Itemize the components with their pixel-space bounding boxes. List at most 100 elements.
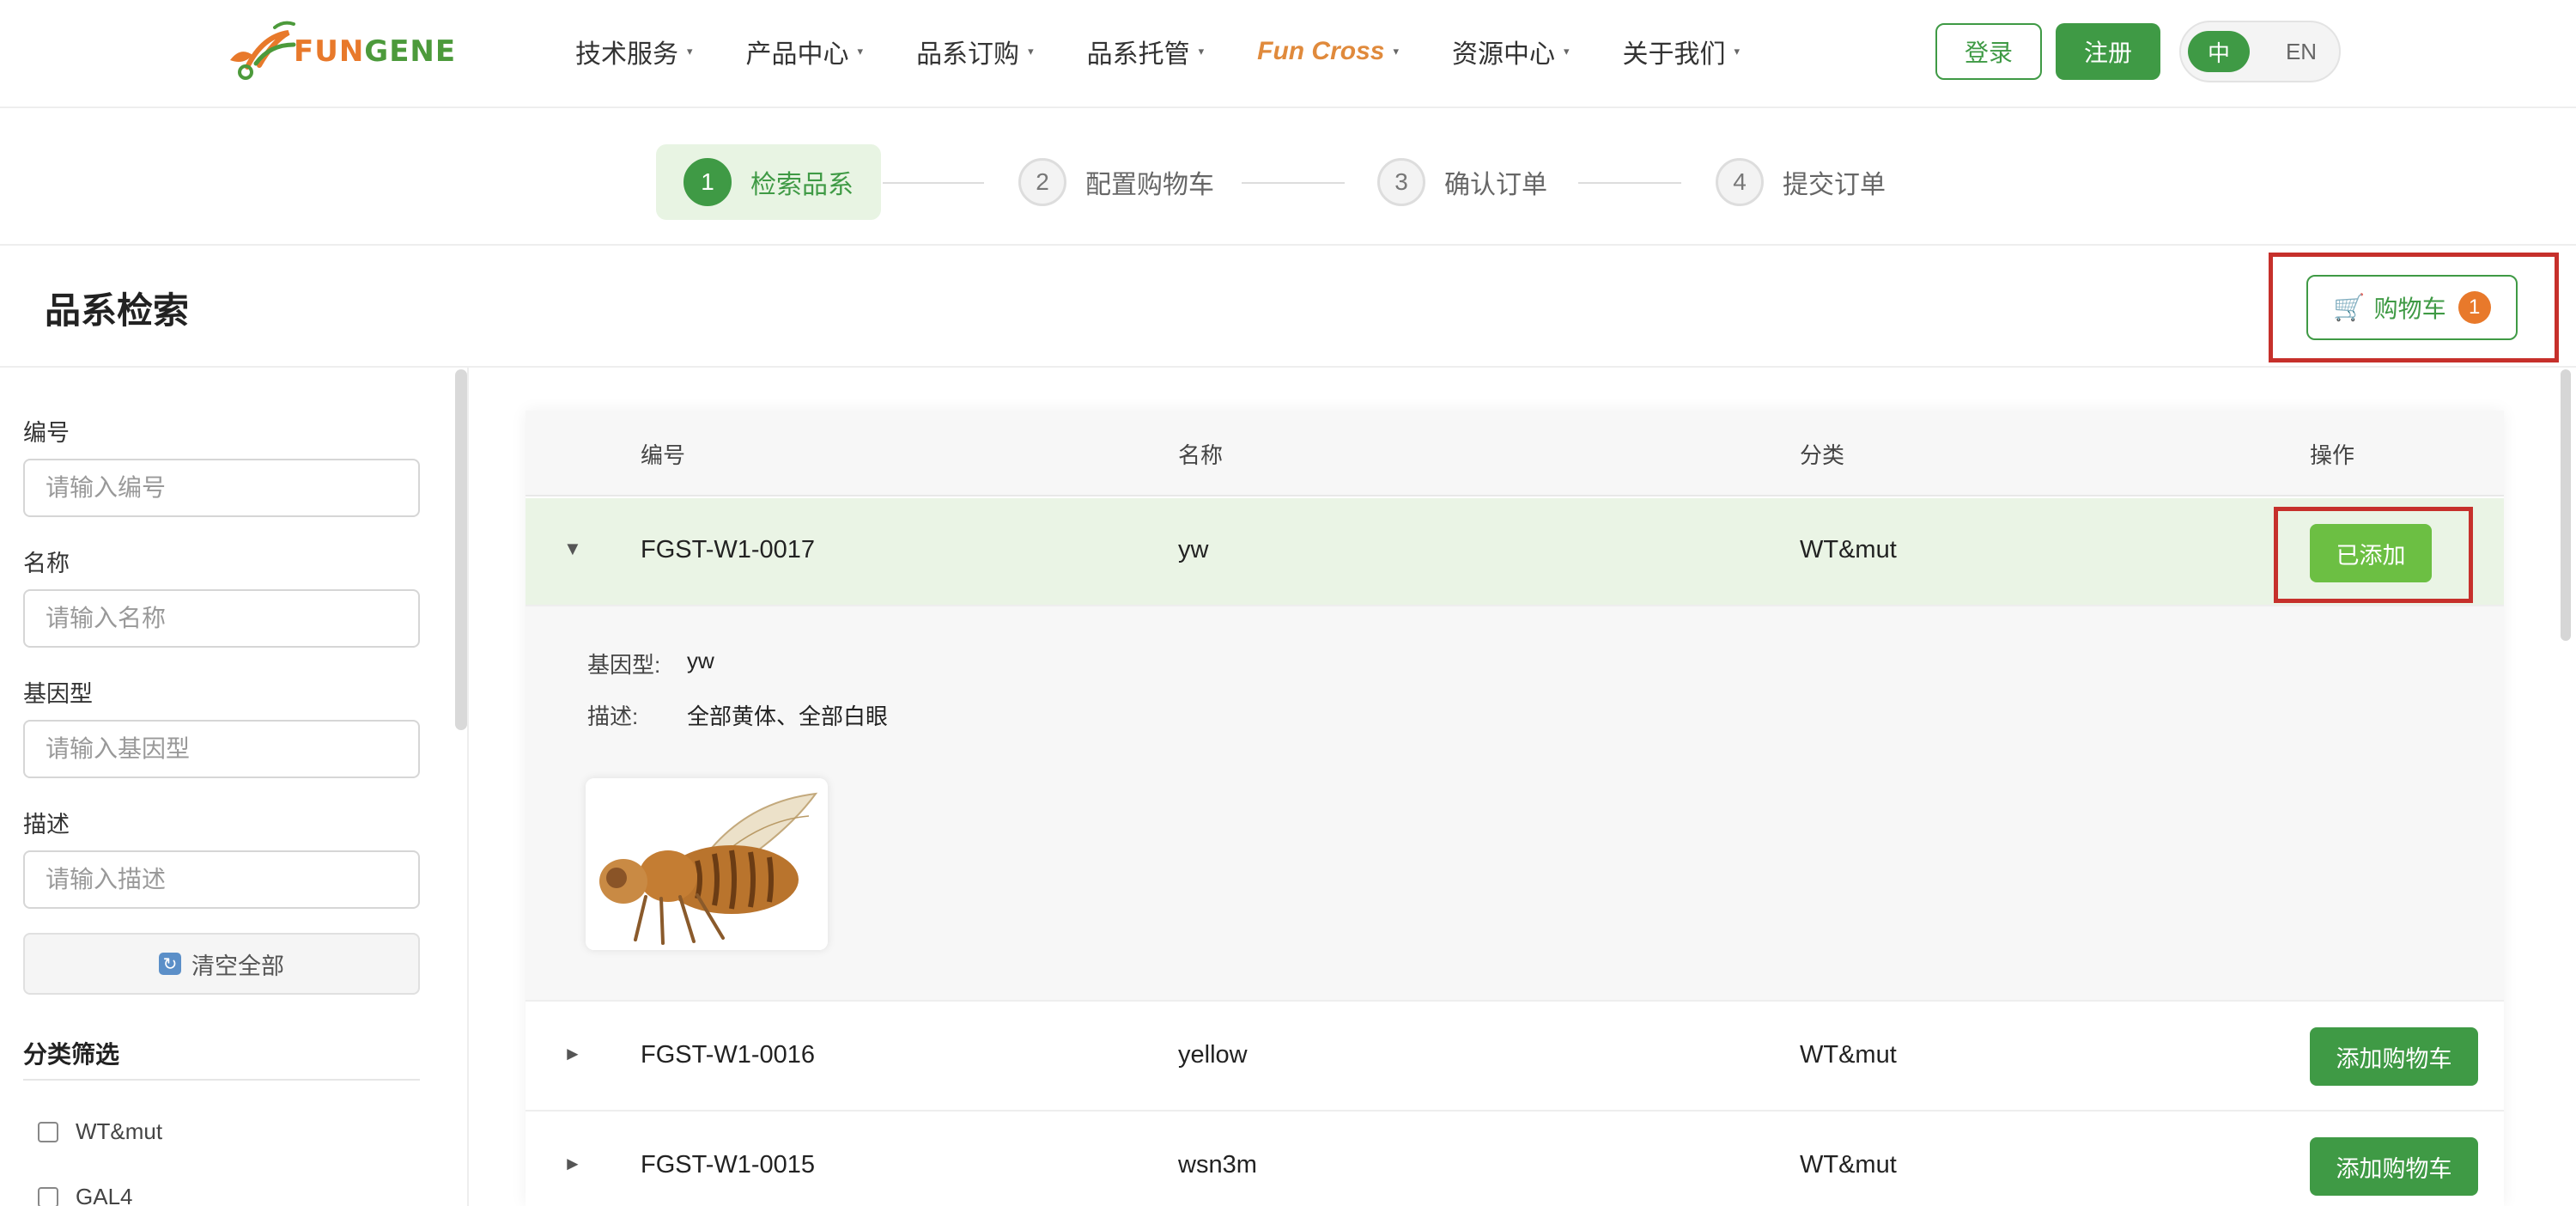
step-number: 3 (1377, 158, 1425, 206)
main-scrollbar[interactable] (2561, 369, 2571, 641)
strain-detail-panel: 基因型: yw 描述: 全部黄体、全部白眼 (526, 606, 2504, 1002)
step-label: 确认订单 (1444, 171, 1547, 199)
expand-arrow-icon[interactable]: ► (563, 1153, 582, 1175)
caret-down-icon: ▾ (687, 45, 693, 58)
strain-id: FGST-W1-0016 (641, 1041, 816, 1069)
description-filter-label: 描述 (23, 812, 70, 838)
strain-results-table: 编号 名称 分类 操作 ▼ FGST-W1-0017 yw WT&mut 已添加… (526, 411, 2504, 1206)
genotype-value: yw (687, 648, 714, 673)
step-label: 检索品系 (750, 171, 854, 199)
id-filter-input[interactable] (23, 459, 420, 517)
genotype-label: 基因型: (587, 652, 661, 678)
step-number: 1 (683, 158, 732, 206)
fruit-fly-image[interactable] (586, 778, 828, 950)
nav-item-fun-cross[interactable]: Fun Cross ▾ (1257, 37, 1399, 66)
strain-category: WT&mut (1800, 536, 1897, 563)
register-button[interactable]: 注册 (2056, 23, 2160, 80)
id-filter-label: 编号 (23, 420, 70, 446)
step-connector (1242, 182, 1345, 184)
add-to-cart-button[interactable]: 添加购物车 (2310, 1027, 2478, 1086)
category-filter-title: 分类筛选 (23, 1041, 120, 1068)
category-option-wt-mut[interactable]: WT&mut (38, 1118, 162, 1145)
name-filter-label: 名称 (23, 551, 70, 576)
cart-count-badge: 1 (2458, 291, 2491, 324)
column-header-name: 名称 (1178, 442, 1224, 468)
table-row[interactable]: ▼ FGST-W1-0017 yw WT&mut 已添加 (526, 498, 2504, 606)
nav-label: Fun Cross (1257, 37, 1385, 65)
nav-label: 产品中心 (745, 40, 849, 69)
strain-category: WT&mut (1800, 1151, 1897, 1179)
caret-down-icon: ▾ (1028, 45, 1034, 58)
caret-down-icon: ▾ (1734, 45, 1741, 58)
column-header-action: 操作 (2310, 442, 2355, 468)
step-connector (1578, 182, 1681, 184)
refresh-icon: ↻ (159, 953, 181, 975)
step-label: 配置购物车 (1085, 171, 1214, 199)
added-button[interactable]: 已添加 (2310, 524, 2432, 582)
cart-label: 购物车 (2373, 295, 2446, 322)
step-search-strain: 1 检索品系 (656, 144, 881, 220)
table-row[interactable]: ► FGST-W1-0016 yellow WT&mut 添加购物车 (526, 1003, 2504, 1112)
description-filter-input[interactable] (23, 850, 420, 909)
genotype-filter-label: 基因型 (23, 681, 93, 707)
caret-down-icon: ▾ (1393, 45, 1400, 58)
fungene-logo[interactable]: FUNGENE (222, 15, 459, 88)
description-label: 描述: (587, 704, 639, 729)
add-to-cart-button[interactable]: 添加购物车 (2310, 1137, 2478, 1196)
nav-label: 技术服务 (575, 40, 678, 69)
nav-label: 资源中心 (1452, 40, 1556, 69)
category-label: GAL4 (76, 1184, 133, 1206)
nav-item-strain-hosting[interactable]: 品系托管 ▾ (1087, 33, 1205, 70)
logo-wordmark-fun: FUN (294, 34, 365, 69)
logo-wordmark: FUNGENE (294, 34, 456, 69)
step-submit-order: 4 提交订单 (1716, 144, 1886, 220)
order-steps: 1 检索品系 2 配置购物车 3 确认订单 4 提交订单 (0, 110, 2576, 246)
table-row[interactable]: ► FGST-W1-0015 wsn3m WT&mut 添加购物车 (526, 1113, 2504, 1206)
divider (23, 1079, 420, 1081)
column-header-id: 编号 (641, 442, 686, 468)
nav-label: 关于我们 (1622, 40, 1726, 69)
nav-item-products[interactable]: 产品中心 ▾ (746, 33, 864, 70)
caret-down-icon: ▾ (1198, 45, 1205, 58)
nav-label: 品系订购 (916, 40, 1020, 69)
nav-item-resources[interactable]: 资源中心 ▾ (1452, 33, 1570, 70)
nav-label: 品系托管 (1086, 40, 1190, 69)
lang-option-en[interactable]: EN (2275, 31, 2327, 72)
caret-down-icon: ▾ (857, 45, 864, 58)
cart-button[interactable]: 🛒 购物车 1 (2306, 275, 2518, 340)
login-button[interactable]: 登录 (1935, 23, 2042, 80)
strain-id: FGST-W1-0017 (641, 536, 816, 563)
description-value: 全部黄体、全部白眼 (687, 704, 889, 729)
step-number: 2 (1018, 158, 1066, 206)
step-connector (883, 182, 984, 184)
step-number: 4 (1716, 158, 1764, 206)
clear-all-button[interactable]: ↻ 清空全部 (23, 933, 420, 995)
fungene-logo-icon (230, 21, 296, 80)
strain-name: yw (1178, 536, 1209, 563)
nav-item-strain-order[interactable]: 品系订购 ▾ (916, 33, 1034, 70)
cart-icon: 🛒 (2333, 293, 2366, 322)
checkbox[interactable] (38, 1121, 58, 1142)
nav-item-tech-services[interactable]: 技术服务 ▾ (575, 33, 693, 70)
checkbox[interactable] (38, 1186, 58, 1206)
page-title: 品系检索 (45, 290, 190, 331)
nav-item-about[interactable]: 关于我们 ▾ (1623, 33, 1741, 70)
logo-wordmark-gene: GENE (364, 34, 457, 69)
column-header-category: 分类 (1800, 442, 1845, 468)
strain-id: FGST-W1-0015 (641, 1151, 816, 1179)
expand-arrow-icon[interactable]: ► (563, 1043, 582, 1065)
collapse-arrow-icon[interactable]: ▼ (563, 538, 582, 560)
lang-option-zh[interactable]: 中 (2188, 31, 2250, 72)
table-header: 编号 名称 分类 操作 (526, 411, 2504, 496)
category-label: WT&mut (76, 1118, 163, 1144)
step-configure-cart: 2 配置购物车 (1018, 144, 1214, 220)
main-nav: 技术服务 ▾ 产品中心 ▾ 品系订购 ▾ 品系托管 ▾ Fun Cross ▾ 资源中心 ▾… (575, 26, 1793, 77)
genotype-filter-input[interactable] (23, 720, 420, 778)
strain-name: yellow (1178, 1041, 1248, 1069)
category-option-gal4[interactable]: GAL4 (38, 1184, 133, 1206)
name-filter-input[interactable] (23, 589, 420, 648)
clear-all-label: 清空全部 (191, 953, 284, 979)
sidebar-scrollbar[interactable] (455, 369, 467, 730)
strain-name: wsn3m (1178, 1151, 1257, 1179)
caret-down-icon: ▾ (1564, 45, 1570, 58)
